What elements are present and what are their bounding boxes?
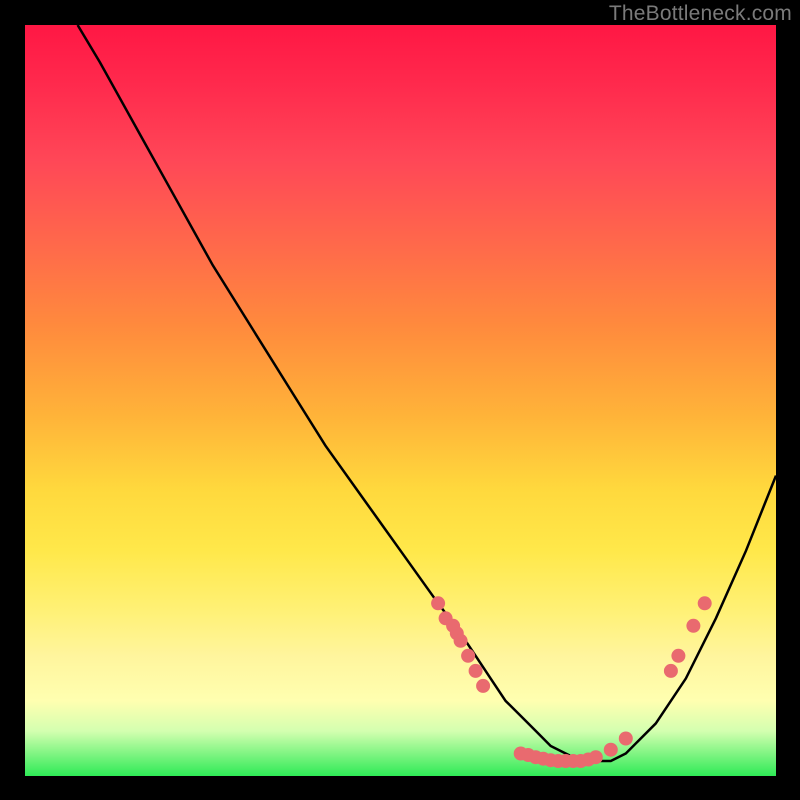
data-marker xyxy=(589,750,603,764)
data-marker xyxy=(686,619,700,633)
chart-frame xyxy=(25,25,776,776)
data-marker xyxy=(619,732,633,746)
bottleneck-curve xyxy=(78,25,776,761)
data-marker xyxy=(476,679,490,693)
watermark-text: TheBottleneck.com xyxy=(609,2,792,26)
data-marker xyxy=(698,596,712,610)
data-marker xyxy=(461,649,475,663)
data-marker xyxy=(469,664,483,678)
data-marker xyxy=(454,634,468,648)
data-marker xyxy=(671,649,685,663)
chart-svg xyxy=(25,25,776,776)
data-marker xyxy=(431,596,445,610)
data-marker xyxy=(604,743,618,757)
data-marker xyxy=(664,664,678,678)
curve-markers xyxy=(431,596,712,768)
